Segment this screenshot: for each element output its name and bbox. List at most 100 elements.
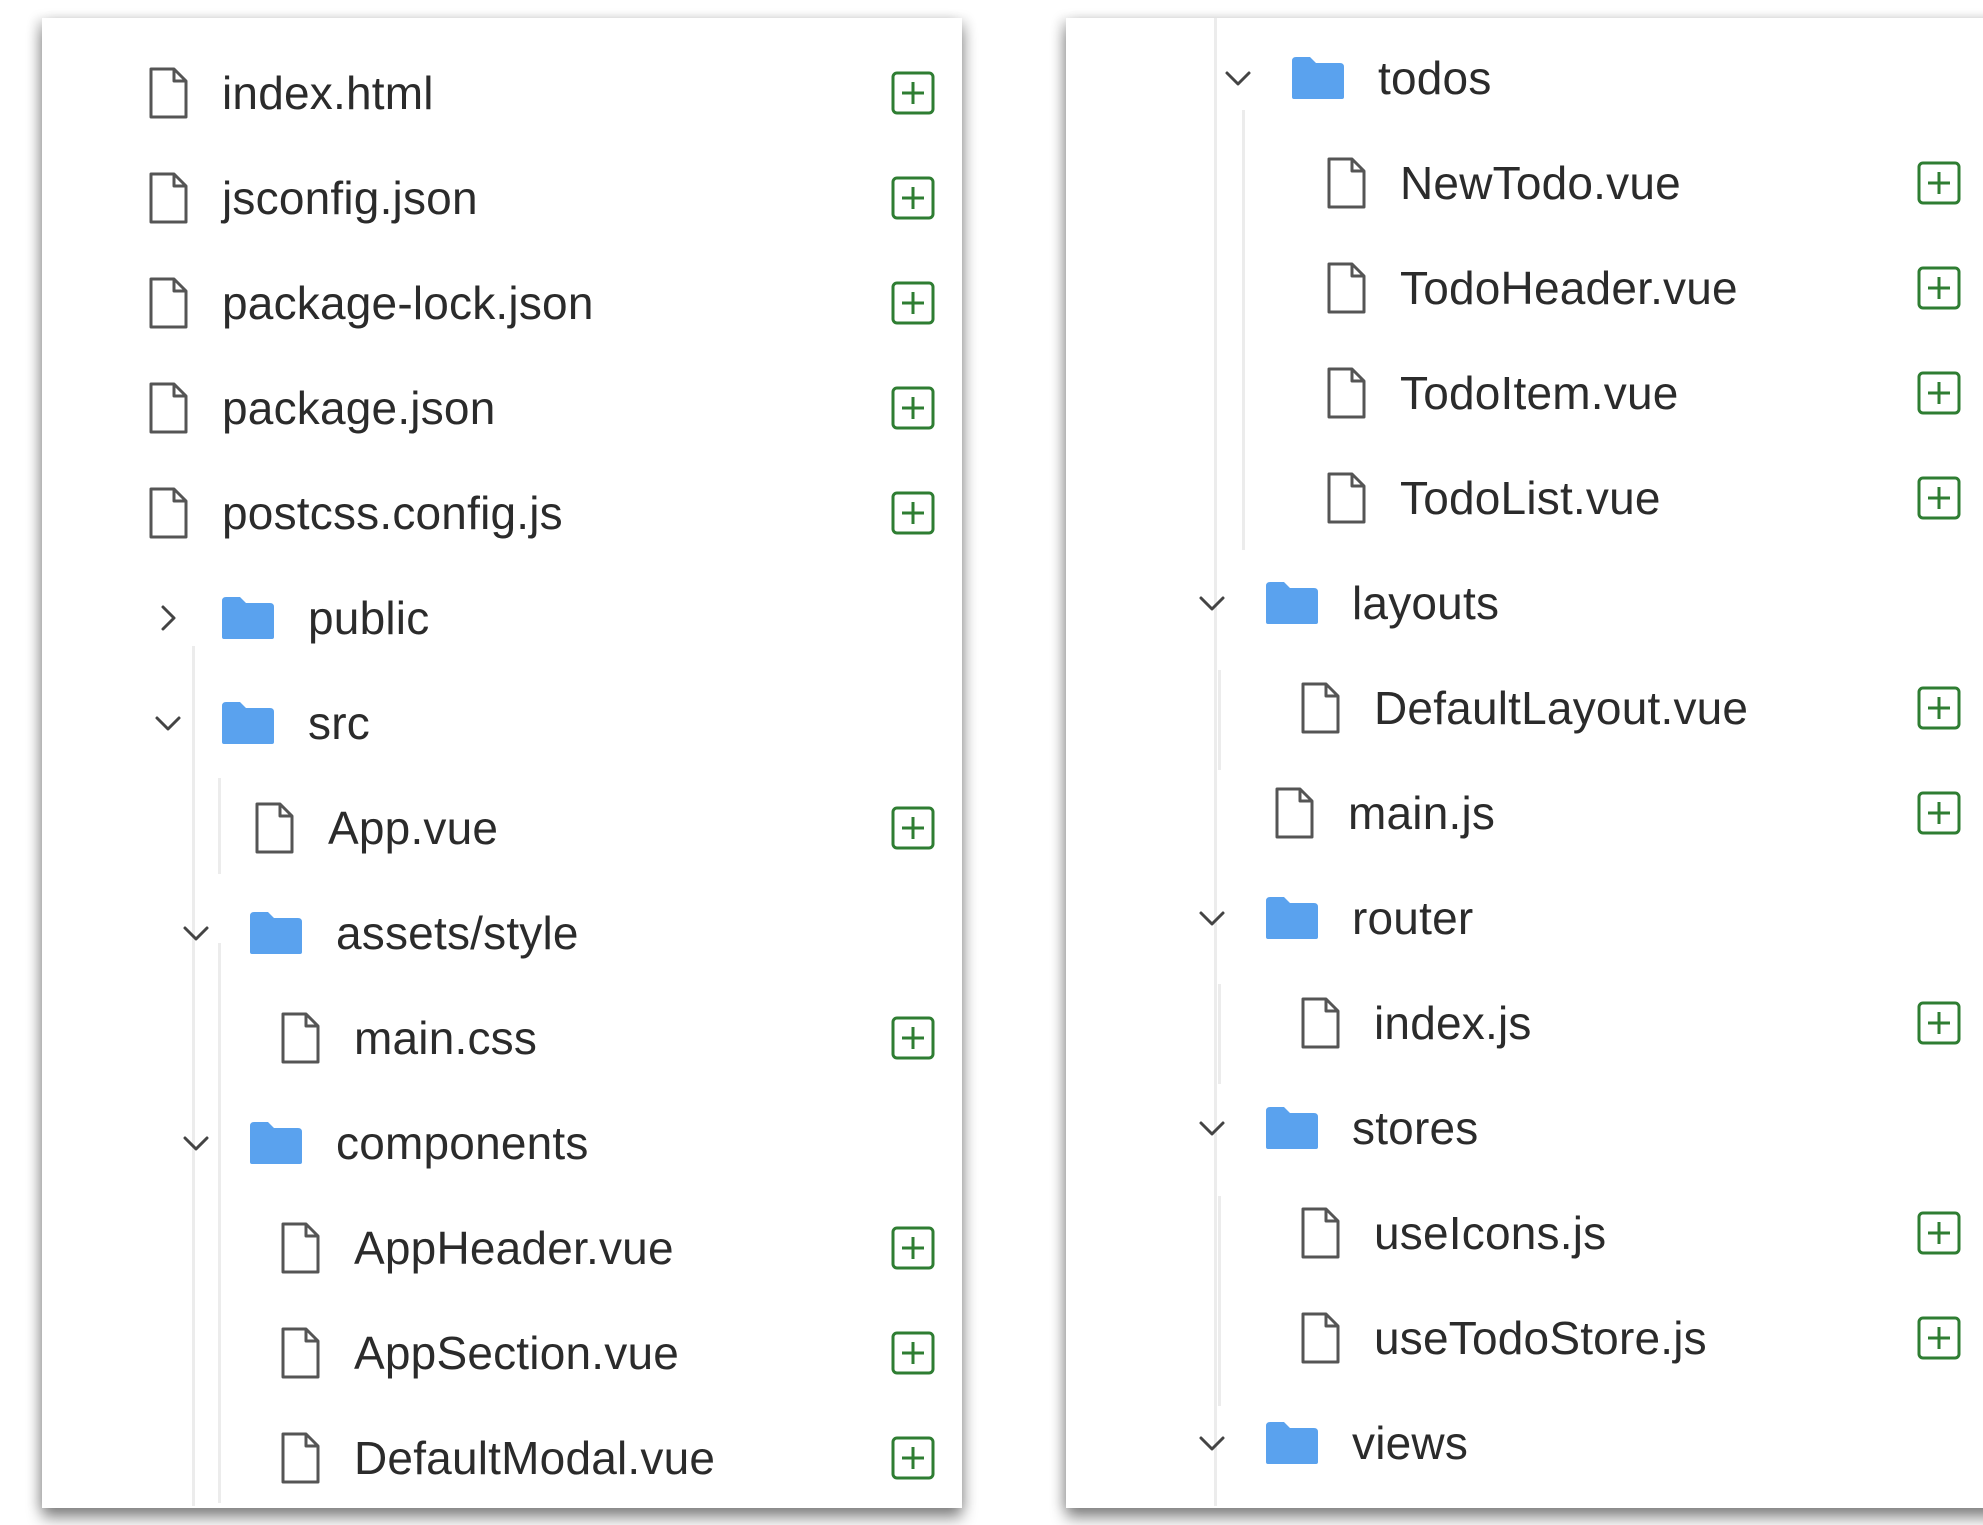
chevron-down-icon[interactable] [1190, 896, 1234, 940]
file-icon [276, 1326, 324, 1380]
tree-folder-label: layouts [1352, 577, 1500, 629]
chevron-right-icon[interactable] [146, 596, 190, 640]
folder-icon [220, 700, 276, 746]
tree-folder-router[interactable]: router [1066, 868, 1983, 968]
tree-folder-label: public [308, 592, 430, 644]
tree-item-package-json[interactable]: package.json [42, 358, 962, 458]
folder-icon [1264, 895, 1320, 941]
tree-folder-public[interactable]: public [42, 568, 962, 668]
add-file-icon[interactable] [1916, 475, 1962, 521]
tree-item-label: postcss.config.js [222, 487, 563, 539]
tree-item-todolist-vue[interactable]: TodoList.vue [1066, 448, 1983, 548]
file-icon [144, 171, 192, 225]
tree-item-main-js[interactable]: main.js [1066, 763, 1983, 863]
tree-folder-todos[interactable]: todos [1066, 28, 1983, 128]
tree-item-todoitem-vue[interactable]: TodoItem.vue [1066, 343, 1983, 443]
tree-item-label: useTodoStore.js [1374, 1312, 1707, 1364]
tree-folder-label: todos [1378, 52, 1492, 104]
tree-item-package-lock-json[interactable]: package-lock.json [42, 253, 962, 353]
add-file-icon[interactable] [1916, 265, 1962, 311]
tree-item-usetodostore-js[interactable]: useTodoStore.js [1066, 1288, 1983, 1388]
add-file-icon[interactable] [1916, 370, 1962, 416]
tree-item-label: main.js [1348, 787, 1496, 839]
file-tree-panel-left: index.html jsconfig.json package-lock.js… [42, 18, 962, 1508]
file-icon [1296, 996, 1344, 1050]
add-file-icon[interactable] [890, 70, 936, 116]
chevron-down-icon[interactable] [174, 1121, 218, 1165]
file-icon [144, 486, 192, 540]
tree-folder-views[interactable]: views [1066, 1393, 1983, 1493]
tree-item-defaultlayout-vue[interactable]: DefaultLayout.vue [1066, 658, 1983, 758]
chevron-down-icon[interactable] [146, 701, 190, 745]
tree-item-label: App.vue [328, 802, 499, 854]
folder-icon [1264, 1105, 1320, 1151]
tree-folder-label: src [308, 697, 370, 749]
tree-item-label: TodoItem.vue [1400, 367, 1679, 419]
add-file-icon[interactable] [1916, 685, 1962, 731]
tree-item-appheader-vue[interactable]: AppHeader.vue [42, 1198, 962, 1298]
chevron-down-icon[interactable] [174, 911, 218, 955]
folder-icon [1264, 580, 1320, 626]
add-file-icon[interactable] [1916, 1315, 1962, 1361]
file-icon [1270, 786, 1318, 840]
tree-folder-label: assets/style [336, 907, 579, 959]
tree-item-label: DefaultModal.vue [354, 1432, 716, 1484]
add-file-icon[interactable] [890, 280, 936, 326]
tree-item-defaultmodal-vue[interactable]: DefaultModal.vue [42, 1408, 962, 1508]
file-icon [1322, 156, 1370, 210]
chevron-down-icon[interactable] [1190, 581, 1234, 625]
add-file-icon[interactable] [890, 385, 936, 431]
chevron-down-icon[interactable] [1190, 1106, 1234, 1150]
tree-item-todoheader-vue[interactable]: TodoHeader.vue [1066, 238, 1983, 338]
file-icon [1322, 471, 1370, 525]
add-file-icon[interactable] [890, 805, 936, 851]
tree-folder-src[interactable]: src [42, 673, 962, 773]
tree-item-label: jsconfig.json [222, 172, 478, 224]
file-icon [1296, 681, 1344, 735]
tree-item-postcss-config-js[interactable]: postcss.config.js [42, 463, 962, 563]
file-tree-panel-right: todos NewTodo.vue TodoHeader.vue TodoIte… [1066, 18, 1983, 1508]
tree-folder-components[interactable]: components [42, 1093, 962, 1193]
file-icon [276, 1221, 324, 1275]
tree-item-jsconfig-json[interactable]: jsconfig.json [42, 148, 962, 248]
folder-icon [248, 1120, 304, 1166]
add-file-icon[interactable] [890, 1330, 936, 1376]
tree-item-label: AppHeader.vue [354, 1222, 674, 1274]
file-icon [144, 66, 192, 120]
tree-item-main-css[interactable]: main.css [42, 988, 962, 1088]
file-icon [1322, 366, 1370, 420]
chevron-down-icon[interactable] [1216, 56, 1260, 100]
tree-folder-layouts[interactable]: layouts [1066, 553, 1983, 653]
add-file-icon[interactable] [1916, 1210, 1962, 1256]
tree-item-newtodo-vue[interactable]: NewTodo.vue [1066, 133, 1983, 233]
tree-folder-label: components [336, 1117, 589, 1169]
add-file-icon[interactable] [1916, 160, 1962, 206]
tree-item-label: NewTodo.vue [1400, 157, 1681, 209]
add-file-icon[interactable] [890, 1435, 936, 1481]
tree-item-label: package-lock.json [222, 277, 594, 329]
tree-item-label: DefaultLayout.vue [1374, 682, 1749, 734]
add-file-icon[interactable] [890, 490, 936, 536]
add-file-icon[interactable] [1916, 1000, 1962, 1046]
add-file-icon[interactable] [890, 1015, 936, 1061]
chevron-down-icon[interactable] [1190, 1421, 1234, 1465]
tree-item-appsection-vue[interactable]: AppSection.vue [42, 1303, 962, 1403]
add-file-icon[interactable] [890, 175, 936, 221]
tree-item-app-vue[interactable]: App.vue [42, 778, 962, 878]
tree-folder-label: views [1352, 1417, 1469, 1469]
tree-folder-assets-style[interactable]: assets/style [42, 883, 962, 983]
tree-item-label: useIcons.js [1374, 1207, 1607, 1259]
tree-item-useicons-js[interactable]: useIcons.js [1066, 1183, 1983, 1283]
folder-icon [1290, 55, 1346, 101]
tree-folder-stores[interactable]: stores [1066, 1078, 1983, 1178]
tree-item-label: main.css [354, 1012, 538, 1064]
add-file-icon[interactable] [890, 1225, 936, 1271]
add-file-icon[interactable] [1916, 790, 1962, 836]
file-icon [250, 801, 298, 855]
file-icon [1322, 261, 1370, 315]
tree-item-label: package.json [222, 382, 496, 434]
file-icon [144, 276, 192, 330]
file-icon [144, 381, 192, 435]
tree-item-index-js[interactable]: index.js [1066, 973, 1983, 1073]
tree-item-index-html[interactable]: index.html [42, 43, 962, 143]
